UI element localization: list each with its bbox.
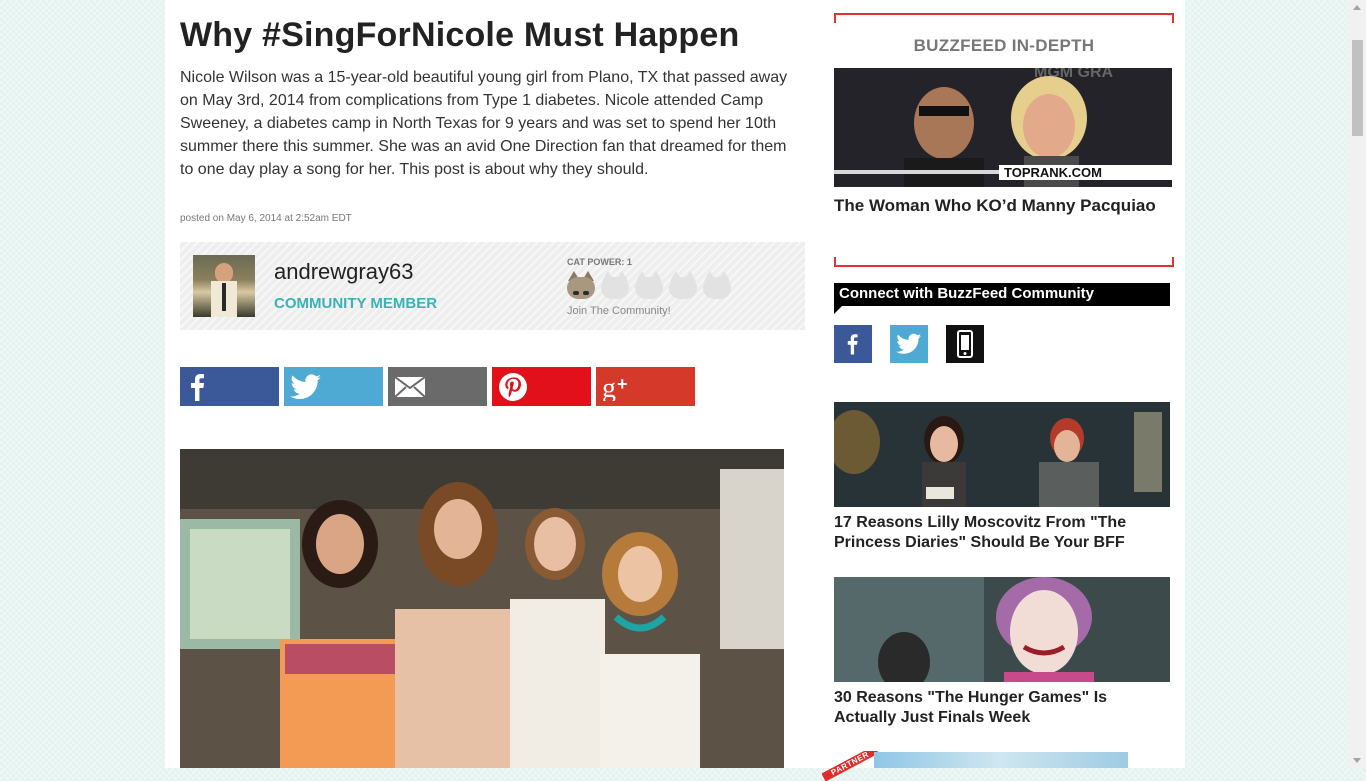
twitter-icon xyxy=(896,333,922,354)
connect-header-tail xyxy=(834,306,842,314)
email-icon xyxy=(394,375,426,398)
indepth-border-bottom xyxy=(834,257,1174,267)
author-name[interactable]: andrewgray63 xyxy=(274,259,413,285)
phone-icon xyxy=(957,330,973,358)
connect-header: Connect with BuzzFeed Community xyxy=(834,283,1170,306)
cat-power-meter xyxy=(566,271,732,299)
indepth-title: BUZZFEED IN-DEPTH xyxy=(913,36,1095,55)
cat-power-label: CAT POWER: 1 xyxy=(567,257,632,267)
twitter-icon xyxy=(290,373,321,399)
scroll-down-arrow-icon[interactable] xyxy=(1353,758,1361,763)
facebook-icon xyxy=(847,334,858,355)
story-headline[interactable]: 30 Reasons "The Hunger Games" Is Actuall… xyxy=(834,688,1164,728)
social-links xyxy=(834,325,984,363)
author-box: andrewgray63 COMMUNITY MEMBER CAT POWER:… xyxy=(180,242,805,330)
article-hero-image xyxy=(180,449,784,768)
author-role-badge: COMMUNITY MEMBER xyxy=(274,295,438,312)
twitter-follow-button[interactable] xyxy=(890,325,928,363)
sidebar-story[interactable]: 17 Reasons Lilly Moscovitz From "The Pri… xyxy=(834,402,1170,553)
share-facebook-button[interactable] xyxy=(180,367,279,406)
indepth-border-top xyxy=(834,13,1174,23)
facebook-follow-button[interactable] xyxy=(834,325,872,363)
mobile-app-button[interactable] xyxy=(946,325,984,363)
svg-text:g: g xyxy=(602,373,616,401)
facebook-icon xyxy=(191,373,204,401)
buzzfeed-indepth-module: BUZZFEED IN-DEPTH MGM GRA TOPRANK.COM Th… xyxy=(834,13,1174,267)
share-google-plus-button[interactable]: g + xyxy=(596,367,695,406)
story-thumbnail[interactable] xyxy=(834,577,1170,682)
indepth-image-text: TOPRANK.COM xyxy=(1004,165,1102,180)
share-pinterest-button[interactable] xyxy=(492,367,591,406)
story-headline[interactable]: 17 Reasons Lilly Moscovitz From "The Pri… xyxy=(834,513,1164,553)
share-buttons: g + xyxy=(180,367,695,406)
cat-power-icon xyxy=(600,271,630,299)
partner-label: PARTNER xyxy=(822,751,879,781)
scroll-up-arrow-icon[interactable] xyxy=(1353,5,1361,10)
google-plus-icon: g + xyxy=(602,373,628,401)
cat-power-icon xyxy=(702,271,732,299)
partner-story-thumbnail[interactable] xyxy=(874,752,1128,768)
pinterest-icon xyxy=(499,372,527,401)
share-email-button[interactable] xyxy=(388,367,487,406)
indepth-image[interactable]: MGM GRA TOPRANK.COM xyxy=(834,68,1172,187)
avatar[interactable] xyxy=(193,255,255,317)
partner-ribbon: PARTNER xyxy=(822,751,882,781)
article-title: Why #SingForNicole Must Happen xyxy=(180,16,740,54)
group-photo xyxy=(180,449,784,768)
page-container: Why #SingForNicole Must Happen Nicole Wi… xyxy=(165,0,1185,781)
scrollbar[interactable] xyxy=(1349,0,1366,768)
story-thumbnail[interactable] xyxy=(834,402,1170,507)
svg-text:+: + xyxy=(617,374,628,394)
cat-power-icon xyxy=(634,271,664,299)
sidebar-story[interactable]: 30 Reasons "The Hunger Games" Is Actuall… xyxy=(834,577,1170,728)
article-description: Nicole Wilson was a 15-year-old beautifu… xyxy=(180,69,788,178)
scrollbar-thumb[interactable] xyxy=(1352,40,1363,136)
cat-power-icon xyxy=(566,271,596,299)
join-community-link[interactable]: Join The Community! xyxy=(567,305,671,317)
share-twitter-button[interactable] xyxy=(284,367,383,406)
cat-power-icon xyxy=(668,271,698,299)
post-timestamp: posted on May 6, 2014 at 2:52am EDT xyxy=(180,213,352,224)
indepth-headline-link[interactable]: The Woman Who KO’d Manny Pacquiao xyxy=(834,194,1164,217)
